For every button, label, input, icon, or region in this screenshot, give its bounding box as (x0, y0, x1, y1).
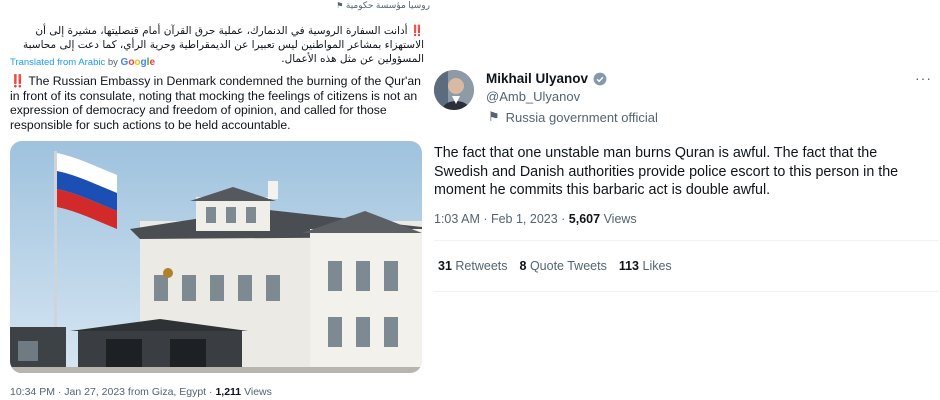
more-options-icon[interactable]: ··· (915, 70, 932, 86)
translation-attribution[interactable]: Translated from Arabic by Google (10, 57, 155, 68)
engagement-stats: 31 Retweets 8 Quote Tweets 113 Likes (438, 259, 672, 273)
quotes-label: Quote Tweets (529, 259, 607, 273)
retweets-stat[interactable]: 31 Retweets (438, 259, 508, 273)
translated-by: by (107, 57, 118, 68)
author-name-row[interactable]: Mikhail Ulyanov (486, 71, 607, 86)
left-tweet-meta: 10:34 PM · Jan 27, 2023 from Giza, Egypt… (10, 386, 272, 398)
quotes-count: 8 (519, 259, 527, 273)
state-media-label: روسيا مؤسسة حكومية ⚑ (10, 0, 430, 11)
left-tweet: روسيا مؤسسة حكومية ⚑ ‼️ أدانت السفارة ال… (0, 0, 430, 400)
retweets-label: Retweets (455, 259, 508, 273)
right-views-label: Views (603, 212, 637, 226)
likes-stat[interactable]: 113 Likes (619, 259, 672, 273)
google-logo-icon: Google (120, 57, 155, 68)
likes-label: Likes (642, 259, 672, 273)
retweets-count: 31 (438, 259, 452, 273)
tweet-text: The fact that one unstable man burns Qur… (434, 145, 899, 198)
flag-icon: ⚑ (336, 1, 344, 10)
left-timestamp: 10:34 PM · Jan 27, 2023 from Giza, Egypt… (10, 386, 216, 398)
right-tweet: Mikhail Ulyanov @Amb_Ulyanov ⚑ Russia go… (430, 0, 940, 400)
left-views-label: Views (244, 386, 272, 398)
government-label-text: Russia government official (505, 109, 658, 125)
avatar[interactable] (434, 70, 474, 110)
divider (434, 240, 939, 241)
embassy-photo[interactable] (10, 141, 422, 373)
divider (434, 291, 939, 292)
english-text: The Russian Embassy in Denmark condemned… (10, 74, 421, 132)
flag-icon: ⚑ (488, 109, 500, 124)
likes-count: 113 (618, 259, 640, 273)
quote-tweets-stat[interactable]: 8 Quote Tweets (520, 259, 607, 273)
translated-label: Translated from Arabic (10, 57, 106, 68)
right-tweet-meta: 1:03 AM · Feb 1, 2023 · 5,607 Views (434, 212, 637, 226)
alert-icon: ‼️ (10, 74, 26, 88)
left-views-count: 1,211 (215, 386, 242, 398)
government-label[interactable]: ⚑ Russia government official (488, 109, 658, 125)
right-views-count: 5,607 (568, 212, 601, 226)
alert-icon: ‼️ (410, 25, 424, 37)
translated-tweet-text: ‼️ The Russian Embassy in Denmark condem… (10, 74, 422, 132)
verified-badge-icon (593, 72, 607, 85)
state-media-label-text: روسيا مؤسسة حكومية (345, 0, 430, 10)
right-timestamp[interactable]: 1:03 AM · Feb 1, 2023 · (434, 212, 569, 226)
author-name[interactable]: Mikhail Ulyanov (486, 71, 588, 86)
author-handle[interactable]: @Amb_Ulyanov (486, 89, 580, 104)
